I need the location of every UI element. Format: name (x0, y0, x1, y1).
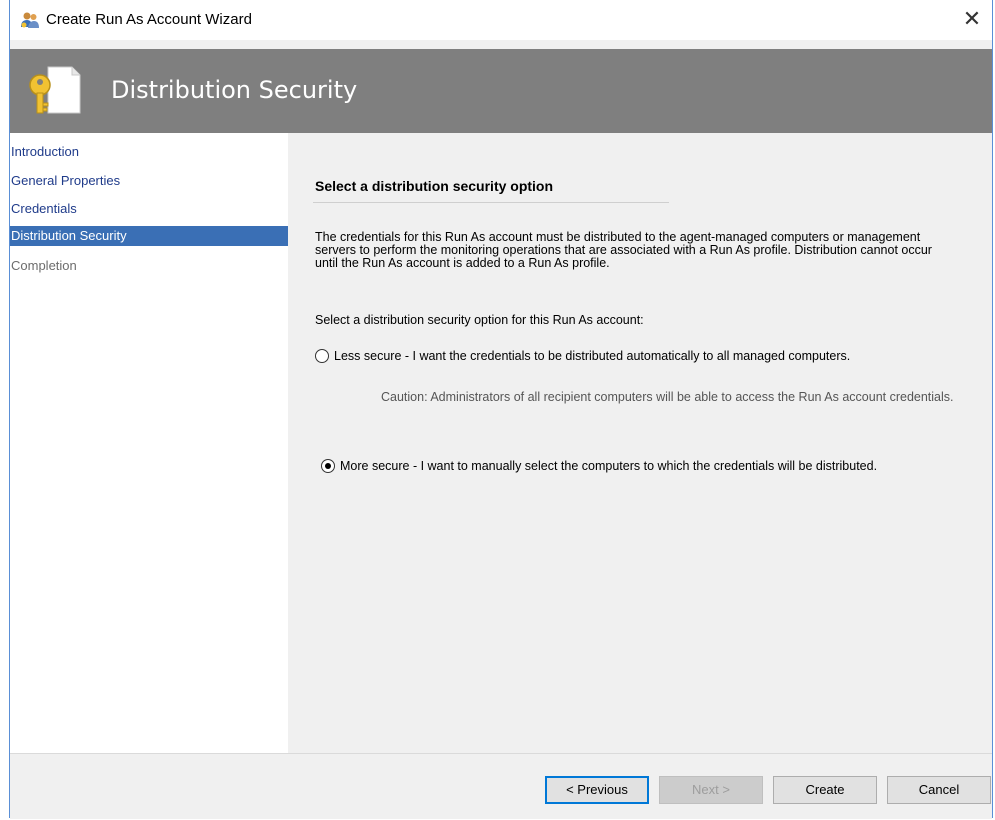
nav-item-completion: Completion (11, 258, 77, 273)
section-divider (313, 202, 669, 203)
users-icon (21, 12, 39, 28)
nav-item-credentials[interactable]: Credentials (10, 199, 288, 219)
wizard-header: Distribution Security (10, 49, 992, 133)
less-secure-label[interactable]: Less secure - I want the credentials to … (334, 349, 850, 363)
caution-text: Caution: Administrators of all recipient… (381, 390, 954, 404)
previous-button[interactable]: < Previous (545, 776, 649, 804)
cancel-button[interactable]: Cancel (887, 776, 991, 804)
close-button[interactable]: ✕ (952, 0, 992, 40)
wizard-step-list: Introduction General Properties Credenti… (10, 133, 288, 753)
less-secure-radio[interactable] (315, 349, 329, 363)
more-secure-radio[interactable] (321, 459, 335, 473)
nav-item-distribution-security[interactable]: Distribution Security (10, 226, 288, 246)
wizard-content: Select a distribution security option Th… (288, 133, 992, 753)
wizard-window: Create Run As Account Wizard ✕ Distribut… (9, 0, 993, 819)
window-title: Create Run As Account Wizard (46, 11, 252, 28)
section-title: Select a distribution security option (315, 178, 554, 194)
page-heading: Distribution Security (111, 76, 358, 104)
create-button[interactable]: Create (773, 776, 877, 804)
more-secure-option[interactable]: More secure - I want to manually select … (321, 459, 877, 473)
option-prompt: Select a distribution security option fo… (315, 313, 644, 327)
nav-item-general-properties[interactable]: General Properties (10, 171, 288, 191)
nav-item-introduction[interactable]: Introduction (10, 142, 288, 162)
description-text: The credentials for this Run As account … (315, 230, 932, 270)
button-bar: < Previous Next > Create Cancel (10, 753, 992, 819)
more-secure-label[interactable]: More secure - I want to manually select … (340, 459, 877, 473)
less-secure-option[interactable]: Less secure - I want the credentials to … (315, 349, 850, 363)
next-button: Next > (659, 776, 763, 804)
title-bar: Create Run As Account Wizard ✕ (10, 0, 992, 40)
key-document-icon (29, 66, 81, 114)
